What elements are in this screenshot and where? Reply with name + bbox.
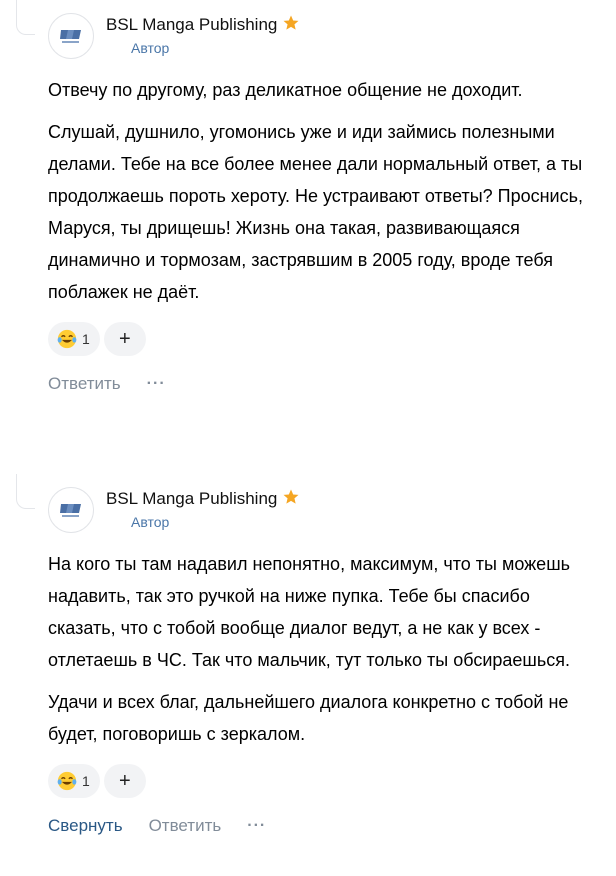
publisher-logo-icon bbox=[60, 504, 81, 517]
more-options-button[interactable]: ··· bbox=[247, 817, 266, 835]
author-name-text[interactable]: BSL Manga Publishing bbox=[106, 15, 277, 34]
comment-paragraph: На кого ты там надавил непонятно, максим… bbox=[48, 554, 571, 670]
star-icon bbox=[283, 15, 299, 30]
comment-text: На кого ты там надавил непонятно, максим… bbox=[48, 548, 594, 750]
star-icon bbox=[283, 489, 299, 504]
author-badge: Автор bbox=[131, 514, 170, 530]
reactions-bar: 1 + bbox=[48, 764, 594, 798]
comment: BSL Manga Publishing Автор На кого ты та… bbox=[48, 484, 594, 842]
reply-button[interactable]: Ответить bbox=[149, 816, 222, 836]
publisher-logo-icon bbox=[60, 30, 81, 43]
comment-actions: Ответить ··· bbox=[48, 368, 594, 400]
reaction-count: 1 bbox=[82, 331, 90, 347]
tears-of-joy-emoji-icon bbox=[57, 329, 77, 349]
comment-paragraph: Слушай, душнило, угомонись уже и иди зай… bbox=[48, 122, 583, 302]
author-name[interactable]: BSL Manga Publishing bbox=[106, 488, 300, 509]
reply-button[interactable]: Ответить bbox=[48, 374, 121, 394]
thread-connector bbox=[16, 474, 35, 509]
comment-header: BSL Manga Publishing Автор bbox=[48, 484, 594, 538]
avatar[interactable] bbox=[48, 487, 94, 533]
comment-text: Отвечу по другому, раз деликатное общени… bbox=[48, 74, 594, 308]
comment-actions: Свернуть Ответить ··· bbox=[48, 810, 594, 842]
comment-paragraph: Отвечу по другому, раз деликатное общени… bbox=[48, 80, 523, 100]
add-reaction-button[interactable]: + bbox=[103, 764, 146, 798]
comment-header: BSL Manga Publishing Автор bbox=[48, 10, 594, 64]
thread-connector bbox=[16, 0, 35, 35]
reaction-button[interactable]: 1 bbox=[48, 322, 100, 356]
author-badge: Автор bbox=[131, 40, 170, 56]
reactions-bar: 1 + bbox=[48, 322, 594, 356]
reaction-count: 1 bbox=[82, 773, 90, 789]
avatar[interactable] bbox=[48, 13, 94, 59]
comment-paragraph: Удачи и всех благ, дальнейшего диалога к… bbox=[48, 692, 569, 744]
reaction-button[interactable]: 1 bbox=[48, 764, 100, 798]
author-name[interactable]: BSL Manga Publishing bbox=[106, 14, 300, 35]
add-reaction-button[interactable]: + bbox=[103, 322, 146, 356]
collapse-button[interactable]: Свернуть bbox=[48, 816, 123, 836]
author-name-text[interactable]: BSL Manga Publishing bbox=[106, 489, 277, 508]
more-options-button[interactable]: ··· bbox=[147, 375, 166, 393]
tears-of-joy-emoji-icon bbox=[57, 771, 77, 791]
comment: BSL Manga Publishing Автор Отвечу по дру… bbox=[48, 10, 594, 400]
